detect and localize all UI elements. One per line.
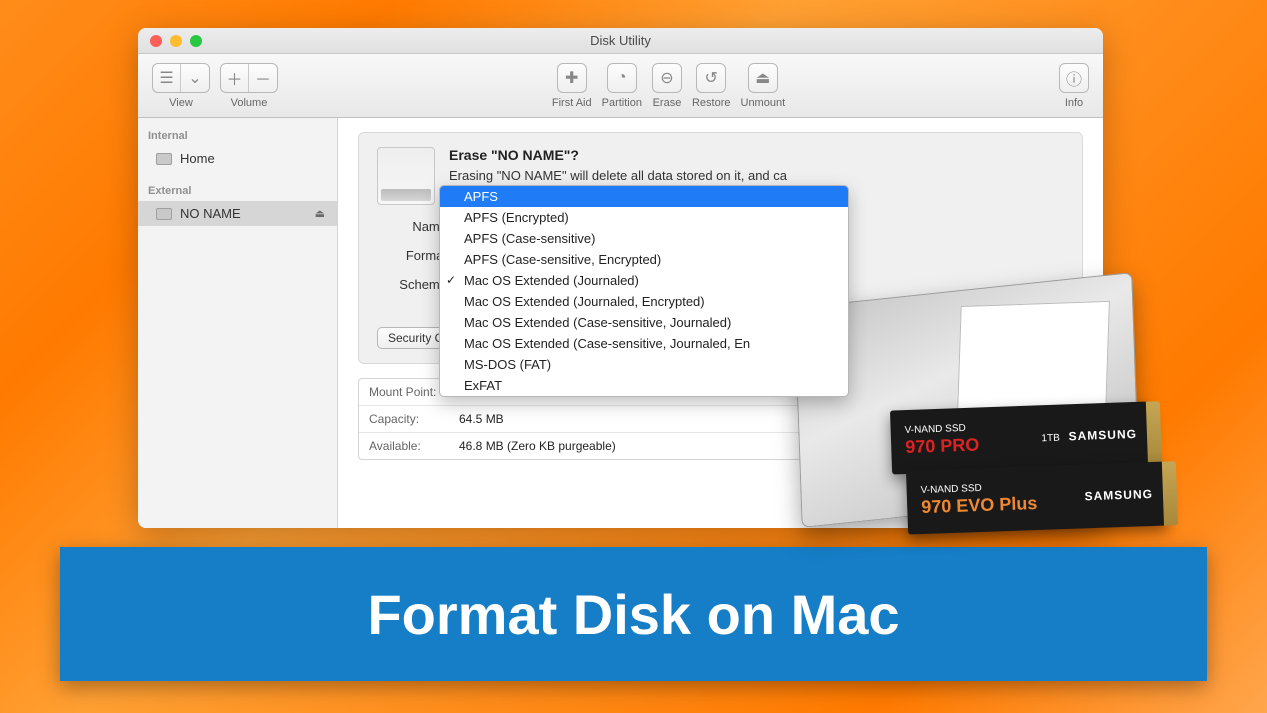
toolbar: ☰⌄ View ＋－ Volume ✚First Aid ◔Partition … bbox=[138, 54, 1103, 118]
partition-icon: ◔ bbox=[608, 64, 636, 92]
disk-icon bbox=[156, 153, 172, 165]
erase-button[interactable]: ⊖Erase bbox=[652, 63, 682, 109]
title-banner: Format Disk on Mac bbox=[60, 547, 1207, 681]
info-button[interactable]: ⓘInfo bbox=[1059, 63, 1089, 109]
unmount-button[interactable]: ⏏Unmount bbox=[741, 63, 786, 109]
unmount-icon: ⏏ bbox=[749, 64, 777, 92]
volume-add-icon: ＋ bbox=[221, 64, 249, 92]
sidebar-item-home[interactable]: Home bbox=[138, 146, 337, 171]
format-option-apfs-encrypted[interactable]: APFS (Encrypted) bbox=[440, 207, 848, 228]
format-option-apfs-case-enc[interactable]: APFS (Case-sensitive, Encrypted) bbox=[440, 249, 848, 270]
disk-icon bbox=[156, 208, 172, 220]
sidebar-item-label: NO NAME bbox=[180, 206, 241, 221]
sidebar-header-internal: Internal bbox=[138, 126, 337, 146]
restore-button[interactable]: ↺Restore bbox=[692, 63, 731, 109]
format-dropdown[interactable]: APFS APFS (Encrypted) APFS (Case-sensiti… bbox=[439, 185, 849, 397]
scheme-field-label: Scheme bbox=[377, 277, 447, 292]
info-icon: ⓘ bbox=[1060, 64, 1088, 92]
sidebar-header-external: External bbox=[138, 181, 337, 201]
view-label: View bbox=[169, 97, 193, 109]
chevron-down-icon: ⌄ bbox=[181, 64, 209, 92]
format-option-macos-journaled-enc[interactable]: Mac OS Extended (Journaled, Encrypted) bbox=[440, 291, 848, 312]
window-title: Disk Utility bbox=[138, 33, 1103, 48]
sidebar-icon: ☰ bbox=[153, 64, 181, 92]
partition-button[interactable]: ◔Partition bbox=[602, 63, 642, 109]
restore-icon: ↺ bbox=[697, 64, 725, 92]
first-aid-button[interactable]: ✚First Aid bbox=[552, 63, 592, 109]
volume-segment[interactable]: ＋－ Volume bbox=[220, 63, 278, 109]
sidebar-item-no-name[interactable]: NO NAME ⏏ bbox=[138, 201, 337, 226]
erase-title: Erase "NO NAME"? bbox=[449, 147, 787, 163]
volume-label: Volume bbox=[231, 97, 268, 109]
format-option-exfat[interactable]: ExFAT bbox=[440, 375, 848, 396]
erase-description: Erasing "NO NAME" will delete all data s… bbox=[449, 168, 787, 185]
view-segment[interactable]: ☰⌄ View bbox=[152, 63, 210, 109]
format-option-apfs[interactable]: APFS bbox=[440, 186, 848, 207]
banner-text: Format Disk on Mac bbox=[367, 582, 899, 647]
format-option-macos-case-journaled-enc[interactable]: Mac OS Extended (Case-sensitive, Journal… bbox=[440, 333, 848, 354]
hdd-icon bbox=[377, 147, 435, 205]
format-option-msdos-fat[interactable]: MS-DOS (FAT) bbox=[440, 354, 848, 375]
eject-icon[interactable]: ⏏ bbox=[315, 207, 325, 220]
name-field-label: Name bbox=[377, 219, 447, 234]
format-option-macos-journaled[interactable]: Mac OS Extended (Journaled) bbox=[440, 270, 848, 291]
format-option-macos-case-journaled[interactable]: Mac OS Extended (Case-sensitive, Journal… bbox=[440, 312, 848, 333]
erase-icon: ⊖ bbox=[653, 64, 681, 92]
nvme-970-evo-plus-image: V-NAND SSD970 EVO Plus SAMSUNG bbox=[906, 461, 1168, 534]
format-option-apfs-case[interactable]: APFS (Case-sensitive) bbox=[440, 228, 848, 249]
first-aid-icon: ✚ bbox=[558, 64, 586, 92]
format-field-label: Format bbox=[377, 248, 447, 263]
sidebar: Internal Home External NO NAME ⏏ bbox=[138, 118, 338, 528]
volume-remove-icon: － bbox=[249, 64, 277, 92]
titlebar: Disk Utility bbox=[138, 28, 1103, 54]
sidebar-item-label: Home bbox=[180, 151, 215, 166]
